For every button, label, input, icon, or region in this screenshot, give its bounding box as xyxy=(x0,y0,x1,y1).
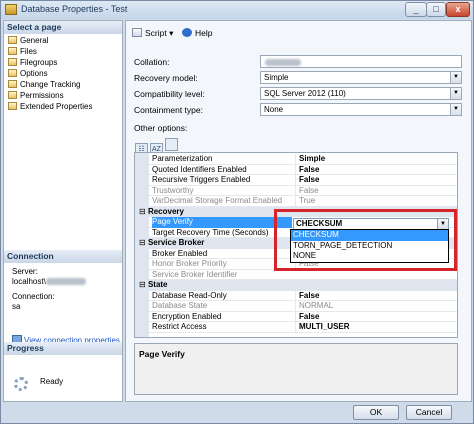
page-icon xyxy=(8,36,17,44)
server-value: localhost\ xyxy=(12,277,86,286)
cancel-button[interactable]: Cancel xyxy=(406,405,452,420)
property-name: VarDecimal Storage Format Enabled xyxy=(152,196,283,205)
progress-status: Ready xyxy=(40,377,64,386)
property-name: Quoted Identifiers Enabled xyxy=(152,164,247,174)
grid-property-row[interactable]: VarDecimal Storage Format Enabled True xyxy=(149,196,457,207)
property-name: Database Read-Only xyxy=(152,290,227,300)
containment-type-select[interactable]: None ▼ xyxy=(260,103,462,116)
page-icon xyxy=(8,58,17,66)
property-value[interactable]: False xyxy=(295,185,455,196)
property-name: State xyxy=(139,280,279,291)
property-name: Broker Enabled xyxy=(152,248,208,258)
help-button[interactable]: Help xyxy=(182,27,212,39)
ok-button[interactable]: OK xyxy=(353,405,399,420)
dropdown-arrow-icon: ▼ xyxy=(437,219,448,229)
close-button[interactable]: x xyxy=(446,2,470,17)
property-value[interactable]: Simple xyxy=(295,154,455,165)
page-options[interactable]: Options xyxy=(8,68,48,79)
dropdown-arrow-icon: ▼ xyxy=(450,104,461,115)
maximize-button[interactable]: □ xyxy=(426,2,446,17)
grid-property-row[interactable]: Trustworthy False xyxy=(149,185,457,196)
option-none[interactable]: NONE xyxy=(291,251,448,262)
grid-property-row[interactable]: Database Read-Only False xyxy=(149,290,457,301)
page-verify-options: CHECKSUM TORN_PAGE_DETECTION NONE xyxy=(290,229,449,263)
property-name: Recovery xyxy=(139,207,279,218)
collation-label: Collation: xyxy=(134,57,170,67)
property-value[interactable]: True xyxy=(295,196,455,207)
dropdown-arrow-icon: ▼ xyxy=(450,72,461,83)
recovery-model-select[interactable]: Simple ▼ xyxy=(260,71,462,84)
grid-property-row[interactable]: Encryption Enabled False xyxy=(149,311,457,322)
progress-spinner-icon xyxy=(14,377,28,391)
page-permissions[interactable]: Permissions xyxy=(8,90,64,101)
server-label: Server: xyxy=(12,267,38,276)
page-change-tracking[interactable]: Change Tracking xyxy=(8,79,80,90)
property-value[interactable]: False xyxy=(295,175,455,186)
minimize-button[interactable]: _ xyxy=(405,2,427,17)
page-filegroups[interactable]: Filegroups xyxy=(8,57,57,68)
property-name: Page Verify xyxy=(152,217,292,228)
progress-header: Progress xyxy=(4,342,122,355)
property-name: Parameterization xyxy=(152,154,213,163)
page-general[interactable]: General xyxy=(8,35,48,46)
property-value[interactable]: NORMAL xyxy=(295,301,455,312)
property-name: Encryption Enabled xyxy=(152,311,222,321)
property-name: Database State xyxy=(152,301,208,310)
page-files[interactable]: Files xyxy=(8,46,37,57)
left-panel: Select a page General Files Filegroups O… xyxy=(3,20,123,402)
page-icon xyxy=(8,69,17,77)
title-bar[interactable]: Database Properties - Test _ □ x xyxy=(1,1,473,19)
help-icon xyxy=(182,28,192,37)
dropdown-arrow-icon: ▼ xyxy=(450,88,461,99)
chevron-down-icon: ▾ xyxy=(169,28,174,38)
grid-property-row[interactable]: Service Broker Identifier xyxy=(149,269,457,280)
option-checksum[interactable]: CHECKSUM xyxy=(291,230,448,241)
redacted-server xyxy=(45,278,86,285)
compatibility-level-label: Compatibility level: xyxy=(134,89,205,99)
grid-property-row[interactable]: Restrict Access MULTI_USER xyxy=(149,322,457,333)
property-value[interactable]: False xyxy=(295,164,455,175)
page-icon xyxy=(8,91,17,99)
grid-property-row[interactable]: Recursive Triggers Enabled False xyxy=(149,175,457,186)
property-value[interactable]: False xyxy=(295,311,455,322)
page-extended-properties[interactable]: Extended Properties xyxy=(8,101,93,112)
description-panel: Page Verify xyxy=(134,343,458,395)
connection-value: sa xyxy=(12,302,21,311)
recovery-model-label: Recovery model: xyxy=(134,73,198,83)
property-name: Honor Broker Priority xyxy=(152,259,227,268)
option-torn-page-detection[interactable]: TORN_PAGE_DETECTION xyxy=(291,241,448,252)
other-options-label: Other options: xyxy=(134,123,188,133)
property-name: Recursive Triggers Enabled xyxy=(152,175,251,184)
grid-category-row[interactable]: State xyxy=(148,280,457,291)
property-value[interactable]: False xyxy=(295,290,455,301)
page-icon xyxy=(8,47,17,55)
property-value[interactable]: MULTI_USER xyxy=(295,322,455,333)
connection-label: Connection: xyxy=(12,292,55,301)
compatibility-level-select[interactable]: SQL Server 2012 (110) ▼ xyxy=(260,87,462,100)
property-pages-icon[interactable] xyxy=(165,138,178,151)
containment-type-label: Containment type: xyxy=(134,105,203,115)
property-name: Service Broker Identifier xyxy=(152,269,238,279)
description-title: Page Verify xyxy=(139,349,185,359)
grid-property-row[interactable]: Database State NORMAL xyxy=(149,301,457,312)
property-name: Restrict Access xyxy=(152,322,207,331)
grid-property-row[interactable]: Quoted Identifiers Enabled False xyxy=(149,164,457,175)
script-button[interactable]: Script ▾ xyxy=(132,27,173,39)
property-name: Service Broker xyxy=(139,238,279,249)
database-properties-window: Database Properties - Test _ □ x Select … xyxy=(0,0,474,424)
page-icon xyxy=(8,80,17,88)
window-title: Database Properties - Test xyxy=(21,4,128,14)
script-icon xyxy=(132,28,142,37)
property-name: Trustworthy xyxy=(152,185,194,195)
property-name: Target Recovery Time (Seconds) xyxy=(152,227,269,237)
grid-property-row[interactable]: Parameterization Simple xyxy=(149,154,457,165)
database-icon xyxy=(5,4,17,15)
collation-field[interactable] xyxy=(260,55,462,68)
select-page-header: Select a page xyxy=(4,21,122,34)
redacted-collation xyxy=(265,59,301,66)
connection-header: Connection xyxy=(4,250,122,263)
dialog-footer: OK Cancel xyxy=(1,403,473,423)
page-icon xyxy=(8,102,17,110)
